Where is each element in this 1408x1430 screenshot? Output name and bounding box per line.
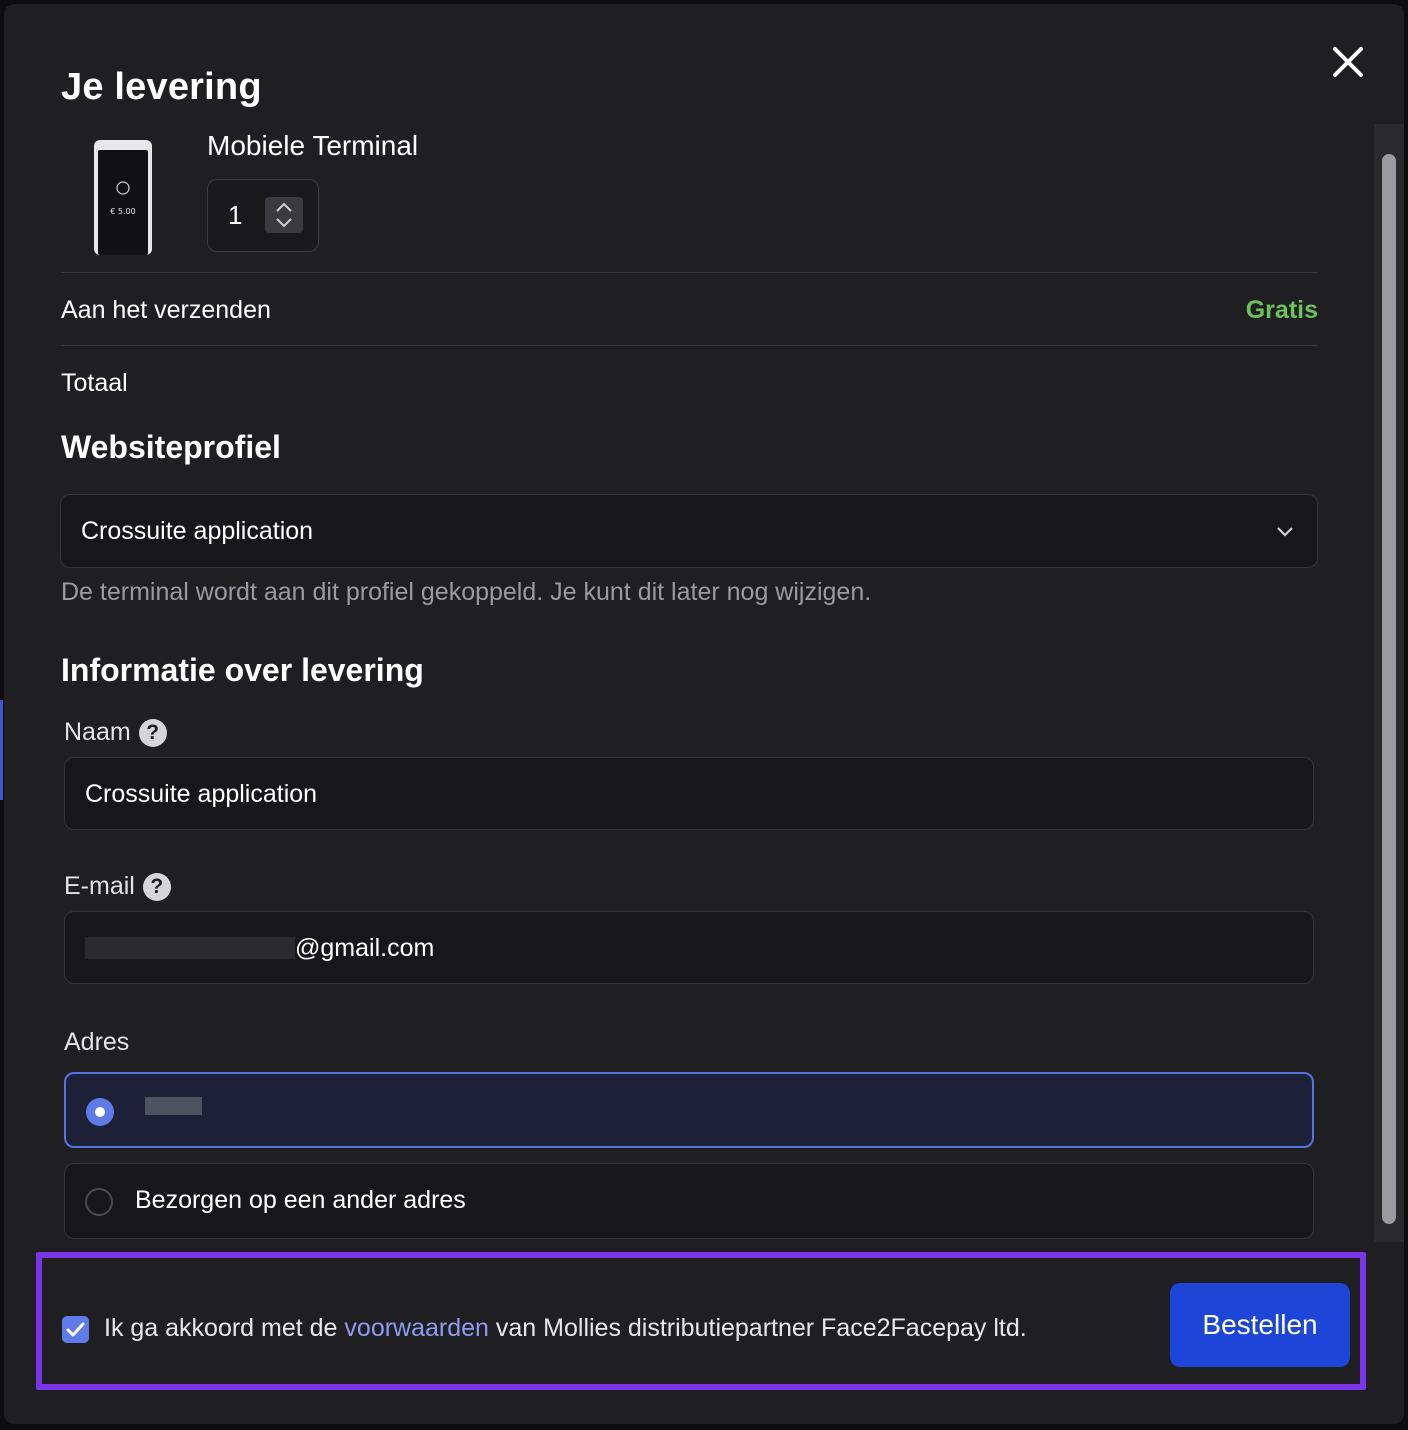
redacted-text	[85, 937, 295, 959]
address-label-text: Adres	[64, 1028, 130, 1056]
quantity-value: 1	[228, 200, 243, 230]
scrollbar[interactable]	[1374, 124, 1404, 1242]
terminal-amount: € 5.00	[110, 207, 135, 216]
terms-checkbox[interactable]	[62, 1316, 89, 1343]
email-label-text: E-mail	[64, 872, 135, 900]
email-field[interactable]: @gmail.com	[64, 911, 1314, 984]
quantity-stepper[interactable]: 1	[207, 179, 319, 252]
help-icon[interactable]: ?	[138, 718, 167, 747]
close-button[interactable]	[1326, 40, 1370, 84]
order-button[interactable]: Bestellen	[1170, 1283, 1350, 1367]
shipping-label: Aan het verzenden	[61, 296, 271, 324]
product-name: Mobiele Terminal	[207, 130, 419, 161]
page-title: Je levering	[61, 66, 262, 108]
radio-selected-icon[interactable]	[86, 1098, 114, 1126]
name-field[interactable]: Crossuite application	[64, 757, 1314, 830]
total-label: Totaal	[61, 369, 128, 397]
scrollbar-thumb[interactable]	[1382, 154, 1396, 1224]
chevron-down-icon	[1277, 527, 1293, 537]
close-icon	[1333, 47, 1363, 77]
order-footer: Ik ga akkoord met de voorwaarden van Mol…	[36, 1252, 1366, 1390]
website-profile-helper: De terminal wordt aan dit profiel gekopp…	[61, 578, 872, 606]
stepper-arrows[interactable]	[265, 197, 303, 233]
email-label: E-mail ?	[64, 872, 171, 901]
website-profile-select[interactable]: Crossuite application	[60, 494, 1318, 568]
email-value: @gmail.com	[85, 934, 434, 963]
divider	[61, 345, 1318, 346]
address-label: Adres	[64, 1028, 129, 1057]
name-value: Crossuite application	[85, 780, 318, 808]
terms-link[interactable]: voorwaarden	[344, 1314, 489, 1342]
up-down-chevron-icon	[276, 202, 292, 228]
delivery-modal: Je levering € 5.00 Mobiele Terminal 1 Aa…	[4, 4, 1404, 1424]
terms-prefix: Ik ga akkoord met de	[104, 1314, 338, 1342]
name-label-text: Naam	[64, 718, 131, 746]
divider	[61, 272, 1318, 273]
address-option-other[interactable]: Bezorgen op een ander adres	[64, 1163, 1314, 1239]
website-profile-value: Crossuite application	[81, 517, 314, 545]
help-icon[interactable]: ?	[142, 872, 171, 901]
email-suffix: @gmail.com	[295, 934, 435, 962]
address-option-saved[interactable]	[64, 1072, 1314, 1148]
terms-suffix: van Mollies distributiepartner Face2Face…	[495, 1314, 1027, 1342]
checkmark-icon	[66, 1322, 85, 1337]
website-profile-title: Websiteprofiel	[61, 429, 281, 465]
alt-address-label: Bezorgen op een ander adres	[135, 1186, 466, 1214]
name-label: Naam ?	[64, 718, 167, 747]
shipping-value: Gratis	[1245, 296, 1318, 324]
delivery-info-title: Informatie over levering	[61, 652, 424, 688]
terminal-image: € 5.00	[92, 140, 154, 255]
page-edge	[0, 700, 3, 800]
redacted-address	[145, 1097, 202, 1115]
radio-unselected-icon[interactable]	[85, 1188, 113, 1216]
terms-text: Ik ga akkoord met de voorwaarden van Mol…	[104, 1314, 1027, 1343]
